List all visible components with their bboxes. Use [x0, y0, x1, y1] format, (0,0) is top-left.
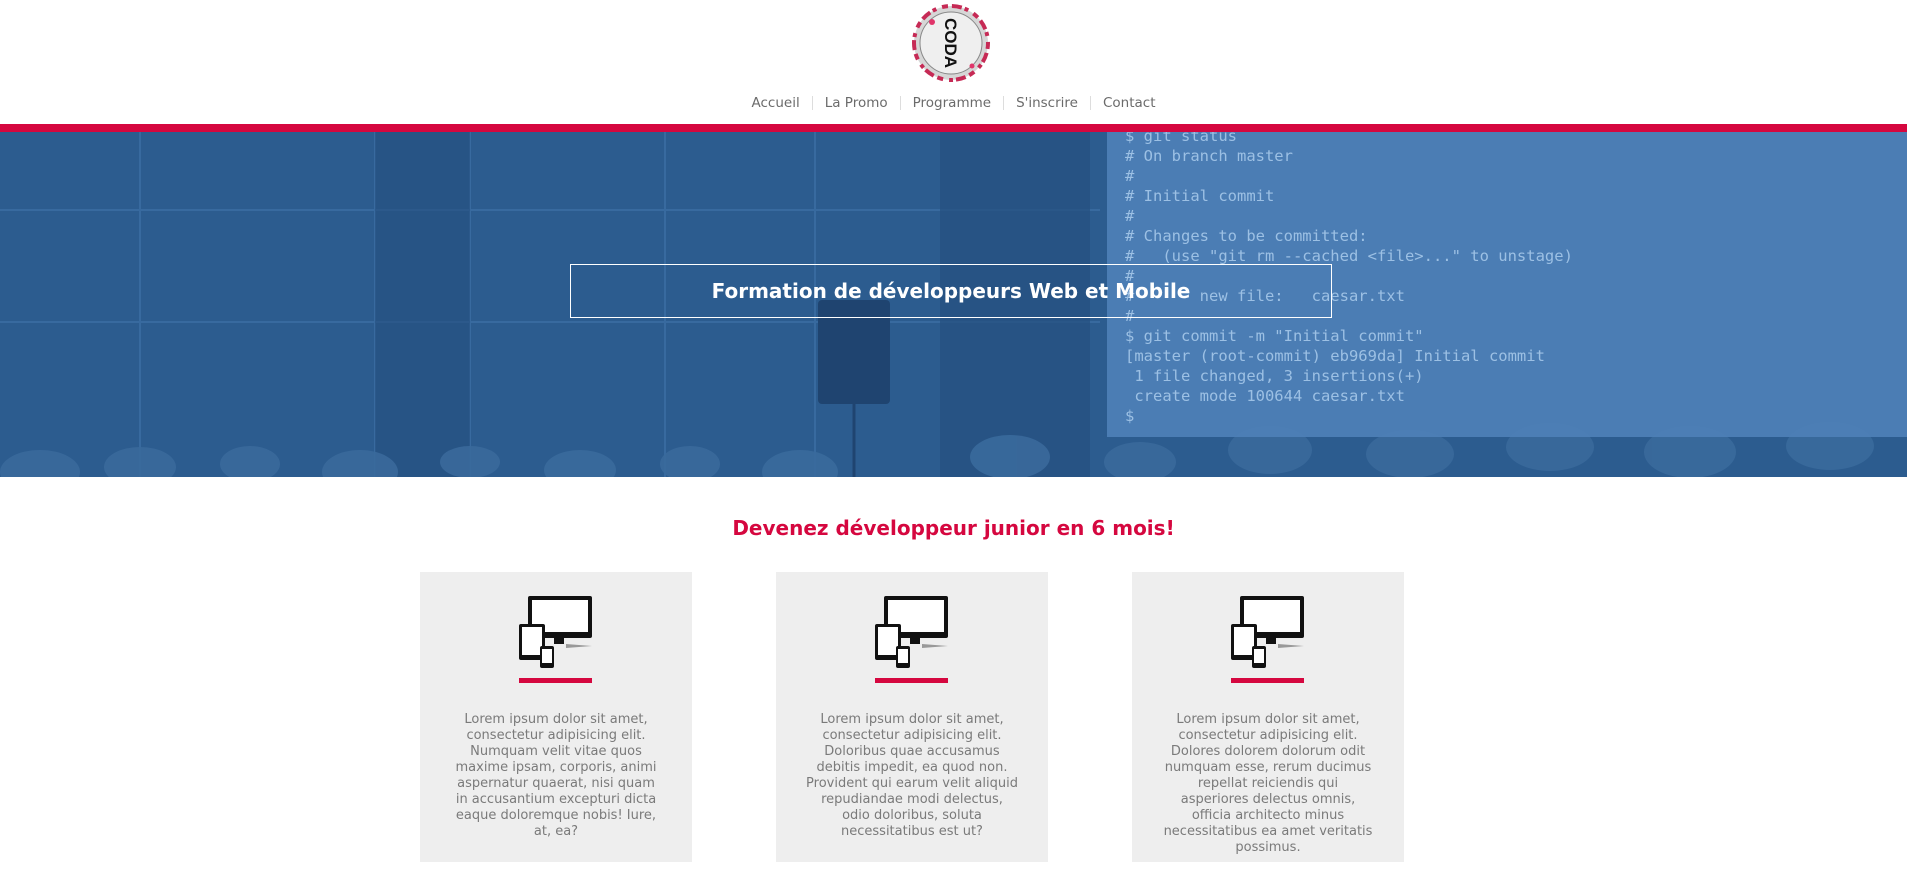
- tagline-heading: Devenez développeur junior en 6 mois!: [732, 516, 1175, 540]
- coda-logo-icon: CODA: [912, 4, 990, 82]
- nav-item-la-promo[interactable]: La Promo: [813, 95, 900, 111]
- card-accent-bar: [519, 678, 592, 683]
- devices-icon: [1231, 596, 1304, 668]
- card-accent-bar: [875, 678, 948, 683]
- card-text: Lorem ipsum dolor sit amet, consectetur …: [806, 712, 1018, 839]
- hero-title: Formation de développeurs Web et Mobile: [711, 279, 1191, 303]
- feature-card: Lorem ipsum dolor sit amet, consectetur …: [1132, 572, 1404, 862]
- svg-text:CODA: CODA: [941, 18, 960, 68]
- card-text: Lorem ipsum dolor sit amet, consectetur …: [1163, 712, 1373, 855]
- nav-item-sinscrire[interactable]: S'inscrire: [1004, 95, 1090, 111]
- feature-card: Lorem ipsum dolor sit amet, consectetur …: [776, 572, 1048, 862]
- hero-title-box: Formation de développeurs Web et Mobile: [570, 264, 1332, 318]
- devices-icon: [875, 596, 948, 668]
- nav-item-accueil[interactable]: Accueil: [740, 95, 812, 111]
- nav-item-contact[interactable]: Contact: [1091, 95, 1168, 111]
- card-accent-bar: [1231, 678, 1304, 683]
- site-header: CODA Accueil La Promo Programme S'inscri…: [0, 0, 1907, 124]
- feature-card: Lorem ipsum dolor sit amet, consectetur …: [420, 572, 692, 862]
- main-nav: Accueil La Promo Programme S'inscrire Co…: [0, 95, 1907, 111]
- devices-icon: [519, 596, 592, 668]
- nav-item-programme[interactable]: Programme: [901, 95, 1003, 111]
- coda-logo[interactable]: CODA: [912, 4, 990, 82]
- card-text: Lorem ipsum dolor sit amet, consectetur …: [455, 712, 657, 839]
- header-accent-bar: [0, 124, 1907, 132]
- hero-banner: $ git status # On branch master # # Init…: [0, 132, 1907, 477]
